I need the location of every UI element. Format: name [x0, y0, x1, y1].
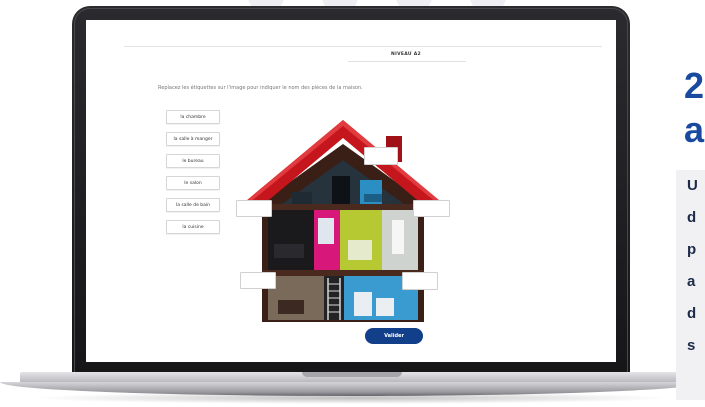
promo-title-line: a	[684, 109, 705, 150]
promo-body-line: s	[687, 337, 696, 354]
promo-body-line: p	[687, 241, 697, 258]
label-le-bureau[interactable]: le bureau	[166, 154, 220, 168]
promo-body-line: U	[687, 177, 698, 194]
house-illustration	[240, 120, 446, 322]
drop-zone[interactable]	[240, 272, 276, 289]
drop-zone[interactable]	[402, 272, 438, 290]
promo-title-line: 2	[684, 65, 705, 106]
laptop-screen: NIVEAU A2 Replacez les étiquettes sur l'…	[86, 20, 616, 362]
drop-zone[interactable]	[236, 200, 272, 217]
drop-zone[interactable]	[413, 200, 450, 217]
label-la-salle-de-bain[interactable]: la salle de bain	[166, 198, 220, 212]
drop-zone[interactable]	[364, 147, 398, 165]
promo-body-line: a	[687, 273, 696, 290]
label-la-cuisine[interactable]: la cuisine	[166, 220, 220, 234]
label-la-salle-a-manger[interactable]: la salle à manger	[166, 132, 220, 146]
level-underline	[348, 61, 466, 62]
validate-button[interactable]: Valider	[365, 328, 423, 344]
label-la-chambre[interactable]: la chambre	[166, 110, 220, 124]
label-le-salon[interactable]: le salon	[166, 176, 220, 190]
divider	[124, 46, 602, 47]
level-title: NIVEAU A2	[391, 52, 421, 57]
instruction-text: Replacez les étiquettes sur l'image pour…	[158, 85, 363, 91]
promo-body-line: d	[687, 209, 697, 226]
laptop-shadow	[30, 392, 675, 404]
promo-body-line: d	[687, 305, 697, 322]
